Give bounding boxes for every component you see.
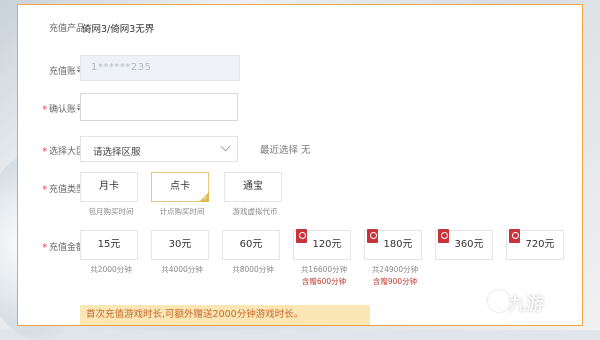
amount-minutes-60: 共8000分钟 [232,265,274,274]
amount-gift-120: 含赠600分钟 [301,277,347,286]
amount-option-60[interactable]: 60元 [222,230,280,260]
account-field: 1******235 [80,55,240,81]
amount-option-720[interactable]: 720元 [506,229,564,260]
amount-minutes-120: 共16600分钟 [300,265,348,274]
type-option-points[interactable]: 点卡 ✓ [151,172,209,202]
chevron-down-icon [220,141,231,152]
region-label: * 选择大区: [42,147,88,157]
gift-icon [509,229,520,243]
type-desc-points: 计点购买时间 [159,207,205,216]
gift-icon [367,229,378,243]
amount-minutes-180: 共24900分钟 [371,265,419,274]
product-label: 充值产品: [48,24,88,34]
amount-minutes-30: 共4000分钟 [161,265,203,274]
region-select[interactable]: 请选择区服 [80,136,238,162]
recent-selection: 最近选择 无 [260,145,311,156]
type-desc-monthly: 包月购买时间 [88,207,134,216]
watermark-logo-icon [488,290,510,312]
amount-option-120[interactable]: 120元 [293,229,351,260]
amount-label: * 充值金额: [42,243,88,253]
account-value: 1******235 [91,62,152,73]
gift-icon [438,229,449,243]
amount-minutes-15: 共2000分钟 [90,265,132,274]
amount-option-30[interactable]: 30元 [151,230,209,260]
type-option-monthly[interactable]: 月卡 [80,172,138,202]
confirm-account-label: * 确认账号: [42,105,88,115]
amount-option-15[interactable]: 15元 [80,230,138,260]
amount-gift-180: 含赠900分钟 [372,277,418,286]
watermark-text: 九游 [508,294,544,315]
check-icon: ✓ [202,195,208,202]
recharge-form: 充值产品: 倚网3/倚网3无界 充值账号: 1******235 * 确认账号: … [17,4,583,326]
product-value: 倚网3/倚网3无界 [82,24,155,35]
first-recharge-notice: 首次充值游戏时长,可额外赠送2000分钟游戏时长。 [80,305,370,325]
confirm-account-input[interactable] [80,93,238,121]
type-desc-coins: 游戏虚拟代币 [232,207,278,216]
amount-option-360[interactable]: 360元 [435,229,493,260]
region-select-text: 请选择区服 [93,147,141,158]
type-label: * 充值类型: [42,185,88,195]
gift-icon [296,229,307,243]
type-option-coins[interactable]: 通宝 [224,172,282,202]
amount-option-180[interactable]: 180元 [364,229,422,260]
account-label: 充值账号: [48,67,88,77]
